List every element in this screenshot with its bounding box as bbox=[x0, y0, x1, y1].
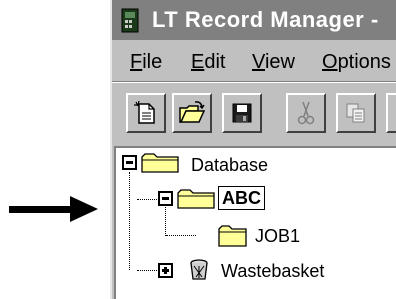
tree-node-wastebasket[interactable]: Wastebasket bbox=[221, 261, 324, 282]
new-record-icon bbox=[134, 100, 155, 124]
folder-icon bbox=[141, 153, 179, 173]
folder-icon bbox=[177, 189, 215, 209]
folder-icon bbox=[218, 225, 247, 247]
pointer-arrow-shaft bbox=[9, 206, 73, 213]
menu-file-mnemonic: F bbox=[130, 51, 143, 73]
collapse-abc-toggle[interactable] bbox=[158, 191, 173, 206]
tree-line bbox=[165, 207, 166, 236]
tree-line bbox=[137, 270, 157, 271]
cut-scissors-icon bbox=[297, 101, 315, 125]
tree-node-abc[interactable]: ABC bbox=[218, 186, 265, 210]
menu-options-mnemonic: O bbox=[322, 51, 338, 73]
menu-view-mnemonic: V bbox=[252, 51, 265, 73]
expand-wastebasket-toggle[interactable] bbox=[158, 263, 173, 278]
save-disk-icon bbox=[232, 103, 252, 123]
menu-edit[interactable]: Edit bbox=[191, 51, 225, 74]
collapse-database-toggle[interactable] bbox=[122, 155, 137, 170]
copy-icon bbox=[346, 103, 365, 123]
save-button[interactable] bbox=[222, 93, 262, 133]
menu-edit-rest: dit bbox=[204, 51, 226, 73]
copy-button[interactable] bbox=[336, 93, 376, 133]
tree-node-job1[interactable]: JOB1 bbox=[255, 226, 300, 247]
tree-line bbox=[166, 235, 196, 236]
open-button[interactable] bbox=[172, 93, 212, 133]
app-icon bbox=[121, 8, 139, 33]
new-record-button[interactable] bbox=[126, 93, 166, 133]
menu-file-rest: ile bbox=[142, 51, 163, 73]
menu-file[interactable]: File bbox=[130, 51, 162, 74]
cut-button[interactable] bbox=[286, 93, 326, 133]
menu-divider-highlight bbox=[112, 82, 396, 83]
pointer-arrow-icon bbox=[70, 196, 98, 222]
menu-edit-mnemonic: E bbox=[191, 51, 205, 73]
window-title: LT Record Manager - bbox=[152, 7, 379, 32]
menu-options-rest: ptions bbox=[337, 51, 391, 73]
tree-node-database[interactable]: Database bbox=[191, 155, 268, 176]
menu-options[interactable]: Options bbox=[322, 51, 391, 74]
menu-view[interactable]: View bbox=[252, 51, 295, 74]
menu-view-rest: iew bbox=[264, 51, 295, 73]
wastebasket-icon bbox=[190, 259, 208, 280]
open-folder-icon bbox=[179, 101, 206, 123]
tree-line bbox=[137, 199, 157, 200]
toolbar-button-partial[interactable] bbox=[386, 93, 396, 133]
tree-line bbox=[129, 172, 130, 270]
